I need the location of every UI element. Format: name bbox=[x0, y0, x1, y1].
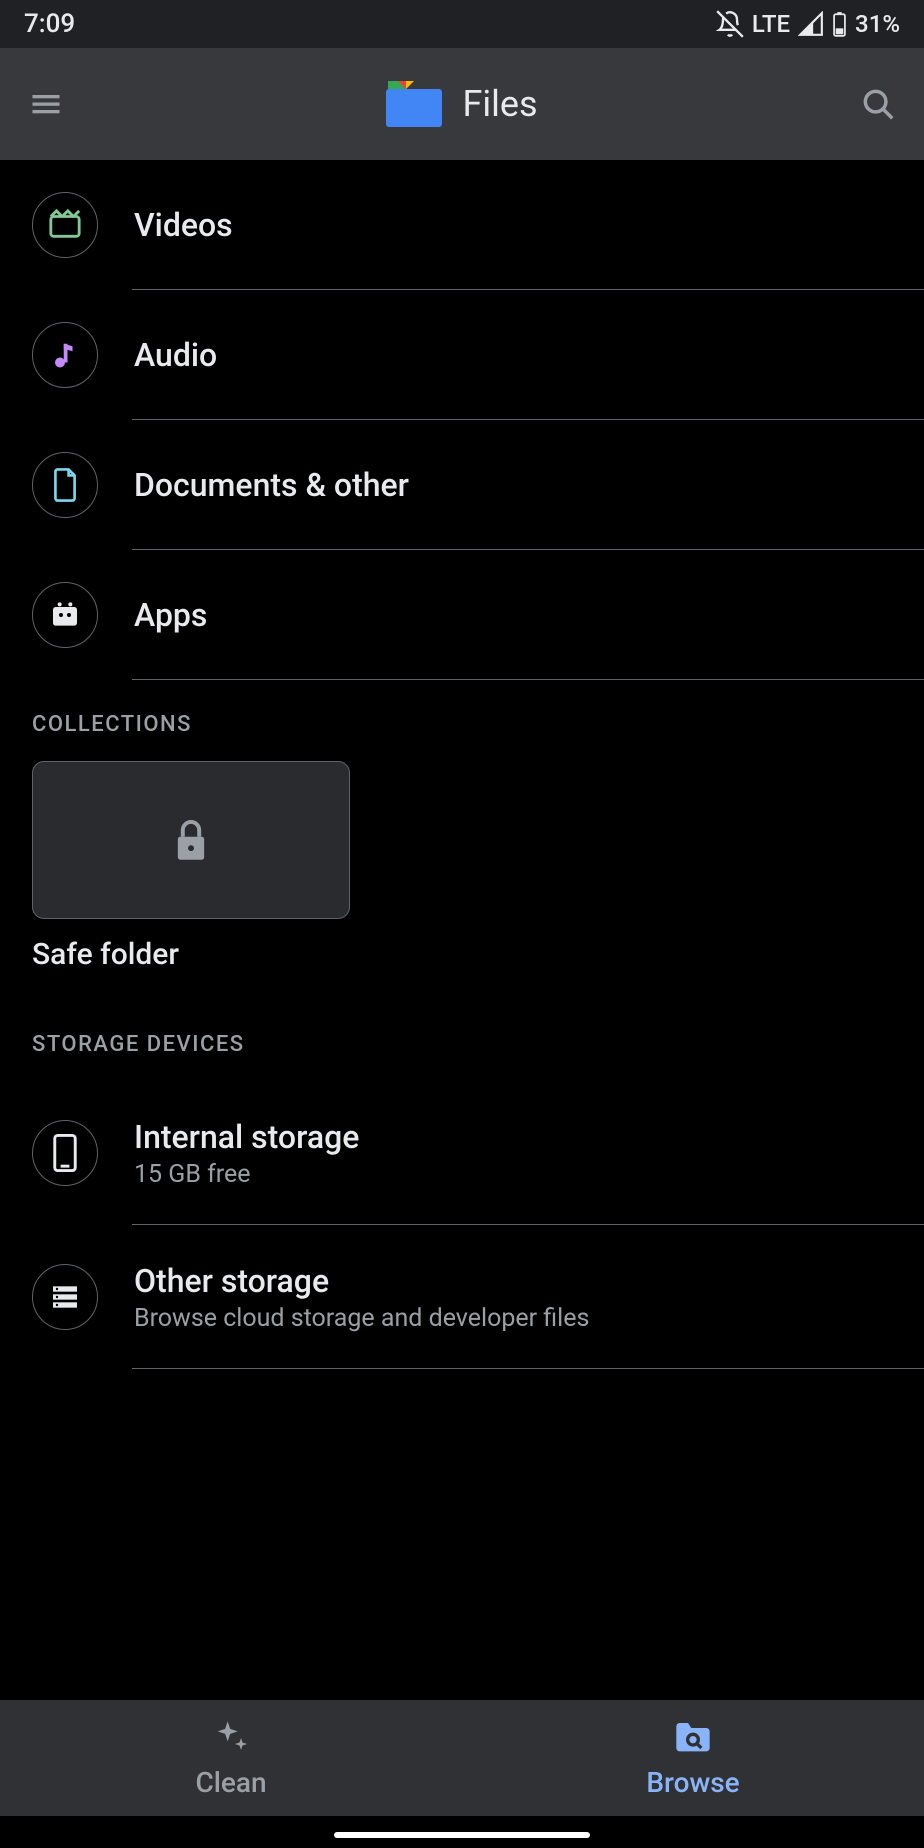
phone-icon bbox=[32, 1120, 98, 1186]
folder-search-icon bbox=[671, 1718, 715, 1758]
apps-icon bbox=[32, 582, 98, 648]
category-label: Audio bbox=[134, 336, 217, 374]
category-apps[interactable]: Apps bbox=[0, 550, 924, 680]
storage-icon bbox=[32, 1264, 98, 1330]
collections-list: Safe folder bbox=[0, 761, 924, 992]
battery-icon bbox=[832, 11, 847, 37]
lock-icon bbox=[171, 817, 211, 863]
sparkle-icon bbox=[211, 1718, 251, 1758]
hamburger-icon bbox=[28, 86, 64, 122]
category-audio[interactable]: Audio bbox=[0, 290, 924, 420]
signal-icon bbox=[798, 11, 824, 37]
nav-browse[interactable]: Browse bbox=[462, 1700, 924, 1816]
nav-label: Browse bbox=[646, 1766, 739, 1799]
storage-title: Other storage bbox=[134, 1262, 589, 1300]
status-time: 7:09 bbox=[24, 9, 75, 39]
storage-header: STORAGE DEVICES bbox=[0, 992, 924, 1081]
storage-subtitle: 15 GB free bbox=[134, 1160, 359, 1189]
app-title: Files bbox=[462, 83, 537, 125]
app-title-wrap: Files bbox=[68, 81, 856, 127]
video-icon bbox=[32, 192, 98, 258]
files-logo-icon bbox=[386, 81, 442, 127]
audio-icon bbox=[32, 322, 98, 388]
status-bar: 7:09 LTE 31% bbox=[0, 0, 924, 48]
search-icon bbox=[859, 85, 897, 123]
collection-title: Safe folder bbox=[32, 937, 350, 972]
status-network: LTE bbox=[752, 10, 790, 38]
category-label: Videos bbox=[134, 206, 233, 244]
other-storage-row[interactable]: Other storage Browse cloud storage and d… bbox=[0, 1225, 924, 1369]
app-bar: Files bbox=[0, 48, 924, 160]
category-label: Apps bbox=[134, 596, 207, 634]
storage-subtitle: Browse cloud storage and developer files bbox=[134, 1304, 589, 1333]
category-label: Documents & other bbox=[134, 466, 409, 504]
storage-title: Internal storage bbox=[134, 1118, 359, 1156]
document-icon bbox=[32, 452, 98, 518]
main-content: Videos Audio Documents & other Apps COLL… bbox=[0, 160, 924, 1369]
bottom-nav: Clean Browse bbox=[0, 1700, 924, 1816]
dnd-off-icon bbox=[716, 10, 744, 38]
status-battery: 31% bbox=[855, 10, 900, 38]
safe-folder-thumb bbox=[32, 761, 350, 919]
safe-folder-card[interactable]: Safe folder bbox=[32, 761, 350, 972]
gesture-bar[interactable] bbox=[334, 1832, 590, 1838]
collections-header: COLLECTIONS bbox=[0, 680, 924, 761]
category-videos[interactable]: Videos bbox=[0, 160, 924, 290]
nav-label: Clean bbox=[195, 1766, 266, 1799]
internal-storage-row[interactable]: Internal storage 15 GB free bbox=[0, 1081, 924, 1225]
status-right: LTE 31% bbox=[716, 10, 900, 38]
category-documents[interactable]: Documents & other bbox=[0, 420, 924, 550]
search-button[interactable] bbox=[856, 82, 900, 126]
menu-button[interactable] bbox=[24, 82, 68, 126]
nav-clean[interactable]: Clean bbox=[0, 1700, 462, 1816]
